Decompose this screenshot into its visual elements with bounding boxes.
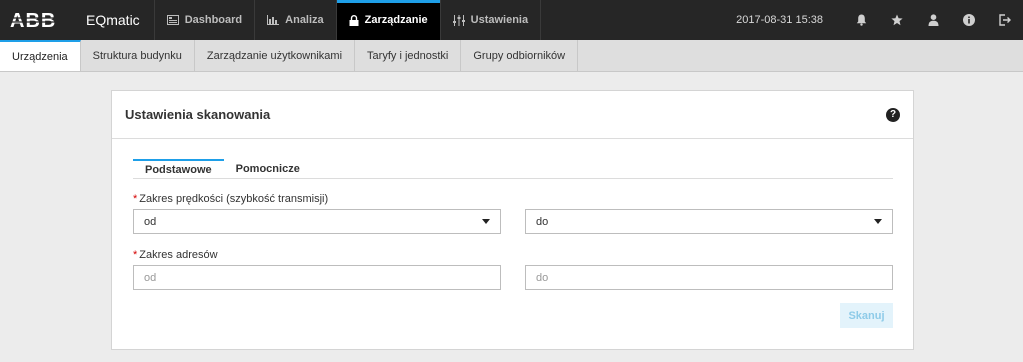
speed-range-label-text: Zakres prędkości (szybkość transmisji) — [139, 193, 329, 205]
subtabs-bar: Urządzenia Struktura budynku Zarządzanie… — [0, 40, 1023, 72]
speed-from-select[interactable]: od — [133, 209, 501, 234]
required-marker: * — [133, 249, 138, 261]
datetime-display: 2017-08-31 15:38 — [736, 14, 823, 26]
logout-icon[interactable] — [987, 0, 1023, 40]
tab-podstawowe[interactable]: Podstawowe — [133, 159, 224, 179]
card-header: Ustawienia skanowania ? — [112, 91, 913, 139]
help-icon[interactable]: ? — [886, 107, 900, 122]
scan-settings-card: Ustawienia skanowania ? Podstawowe Pomoc… — [111, 90, 914, 350]
nav-ustawienia-label: Ustawienia — [470, 14, 529, 26]
tab-zarzadzanie-uzytkownikami[interactable]: Zarządzanie użytkownikami — [195, 40, 356, 71]
info-icon[interactable] — [951, 0, 987, 40]
dashboard-icon — [166, 15, 179, 25]
lock-icon — [349, 14, 359, 26]
bar-chart-icon — [267, 15, 280, 25]
nav-dashboard[interactable]: Dashboard — [155, 0, 256, 40]
sliders-icon — [452, 14, 465, 26]
tab-grupy-odbiornikow[interactable]: Grupy odbiorników — [461, 40, 579, 71]
chevron-down-icon — [874, 219, 882, 224]
top-bar-spacer — [541, 0, 736, 40]
speed-to-value: do — [536, 215, 549, 228]
star-icon[interactable] — [879, 0, 915, 40]
address-from-field[interactable]: od — [133, 265, 501, 290]
nav-zarzadzanie[interactable]: Zarządzanie — [336, 0, 441, 40]
chevron-down-icon — [482, 219, 490, 224]
top-bar: ABB EQmatic Dashboard Analiza Zarządzani… — [0, 0, 1023, 40]
nav-analiza[interactable]: Analiza — [255, 0, 337, 40]
speed-to-select[interactable]: do — [525, 209, 893, 234]
address-range-label: * Zakres adresów — [133, 249, 218, 261]
svg-text:ABB: ABB — [10, 10, 56, 30]
tab-urzadzenia[interactable]: Urządzenia — [0, 40, 81, 71]
abb-logo[interactable]: ABB — [0, 0, 76, 40]
tab-taryfy-i-jednostki[interactable]: Taryfy i jednostki — [355, 40, 462, 71]
required-marker: * — [133, 193, 138, 205]
tab-pomocnicze[interactable]: Pomocnicze — [224, 159, 312, 179]
nav-dashboard-label: Dashboard — [184, 14, 243, 26]
tab-struktura-budynku[interactable]: Struktura budynku — [81, 40, 195, 71]
abb-logo-mark: ABB — [10, 10, 66, 30]
nav-analiza-label: Analiza — [285, 14, 324, 26]
user-icon[interactable] — [915, 0, 951, 40]
bell-icon[interactable] — [843, 0, 879, 40]
scan-tabs: Podstawowe Pomocnicze — [133, 159, 893, 179]
card-title: Ustawienia skanowania — [125, 107, 271, 122]
nav-zarzadzanie-label: Zarządzanie — [364, 14, 428, 26]
address-to-field[interactable]: do — [525, 265, 893, 290]
scan-button[interactable]: Skanuj — [840, 303, 893, 328]
speed-range-label: * Zakres prędkości (szybkość transmisji) — [133, 193, 328, 205]
speed-from-value: od — [144, 215, 157, 228]
app-title[interactable]: EQmatic — [76, 0, 155, 40]
address-range-label-text: Zakres adresów — [139, 249, 218, 261]
nav-ustawienia[interactable]: Ustawienia — [441, 0, 542, 40]
